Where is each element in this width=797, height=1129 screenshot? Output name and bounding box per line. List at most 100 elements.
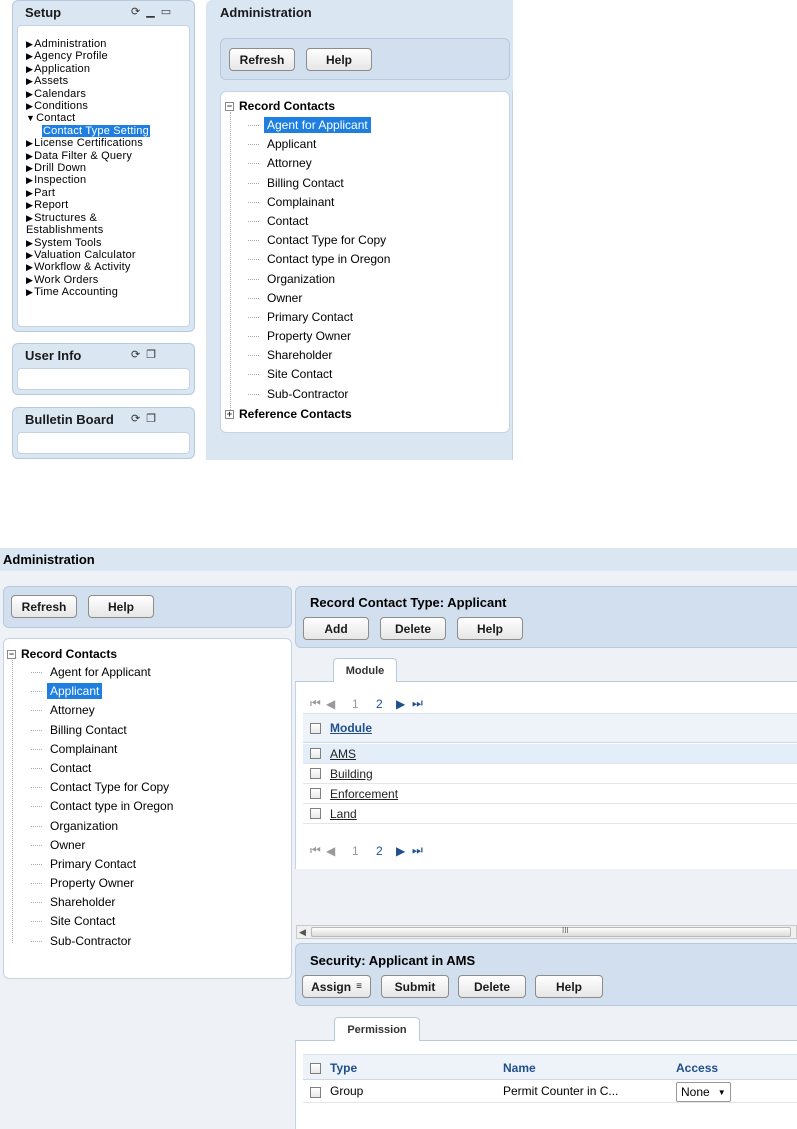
module-row[interactable]: Enforcement: [303, 784, 797, 804]
setup-tree-item[interactable]: ▶Valuation Calculator: [26, 249, 150, 261]
caret-right-icon[interactable]: ▶: [26, 213, 33, 223]
tree-item[interactable]: Organization: [31, 817, 176, 836]
module-row[interactable]: AMS: [303, 744, 797, 764]
first-page-icon[interactable]: ⏮: [310, 843, 326, 858]
tree-item[interactable]: Applicant: [248, 135, 393, 154]
help-button[interactable]: Help: [306, 48, 372, 71]
tree-item[interactable]: Contact: [31, 759, 176, 778]
page-1-link[interactable]: 1: [352, 697, 376, 711]
row-checkbox[interactable]: [310, 788, 321, 799]
type-column-header[interactable]: Type: [330, 1061, 357, 1075]
caret-right-icon[interactable]: ▶: [26, 51, 33, 61]
setup-tree-item[interactable]: ▶Agency Profile: [26, 50, 150, 62]
tree-item[interactable]: Attorney: [248, 154, 393, 173]
tree-item[interactable]: Owner: [31, 836, 176, 855]
submit-button[interactable]: Submit: [381, 975, 449, 998]
caret-right-icon[interactable]: ▶: [26, 175, 33, 185]
assign-button[interactable]: Assign ≡: [302, 975, 371, 998]
tree-item[interactable]: Property Owner: [31, 874, 176, 893]
refresh-icon[interactable]: ⟳: [131, 350, 140, 361]
add-button[interactable]: Add: [303, 617, 369, 640]
restore-icon[interactable]: ❐: [146, 350, 156, 361]
refresh-button[interactable]: Refresh: [229, 48, 295, 71]
tree-item[interactable]: Owner: [248, 289, 393, 308]
caret-right-icon[interactable]: ▶: [26, 163, 33, 173]
tree-item[interactable]: Contact type in Oregon: [248, 250, 393, 269]
setup-tree-item[interactable]: ▶License Certifications: [26, 137, 150, 149]
minimize-icon[interactable]: ▁: [146, 7, 154, 18]
caret-right-icon[interactable]: ▶: [26, 188, 33, 198]
tree-item[interactable]: Sub-Contractor: [31, 932, 176, 951]
caret-right-icon[interactable]: ▶: [26, 238, 33, 248]
setup-tree-item[interactable]: ▶Conditions: [26, 100, 150, 112]
tree-item[interactable]: Contact type in Oregon: [31, 797, 176, 816]
caret-right-icon[interactable]: ▶: [26, 262, 33, 272]
page-2-link[interactable]: 2: [376, 844, 396, 858]
delete-button[interactable]: Delete: [458, 975, 526, 998]
setup-tree-item[interactable]: ▶System Tools: [26, 237, 150, 249]
tree-item[interactable]: Site Contact: [248, 365, 393, 384]
tree-item[interactable]: Billing Contact: [31, 721, 176, 740]
module-link[interactable]: AMS: [330, 747, 356, 761]
setup-tree-item[interactable]: ▶Data Filter & Query: [26, 150, 150, 162]
row-checkbox[interactable]: [310, 1087, 321, 1098]
tree-item[interactable]: Shareholder: [31, 893, 176, 912]
caret-right-icon[interactable]: ▶: [26, 250, 33, 260]
page-1-link[interactable]: 1: [352, 844, 376, 858]
scrollbar-thumb[interactable]: III: [311, 926, 791, 937]
setup-tree-item[interactable]: ▶Inspection: [26, 174, 150, 186]
help-button[interactable]: Help: [457, 617, 523, 640]
tree-root-record-contacts[interactable]: − Record Contacts: [225, 99, 335, 113]
tree-item[interactable]: Sub-Contractor: [248, 385, 393, 404]
help-button[interactable]: Help: [535, 975, 603, 998]
select-all-checkbox[interactable]: [310, 1063, 321, 1074]
select-all-checkbox[interactable]: [310, 722, 321, 734]
setup-tree-item[interactable]: ▶Time Accounting: [26, 286, 150, 298]
setup-tree-item[interactable]: ▼Contact: [26, 112, 150, 124]
caret-right-icon[interactable]: ▶: [26, 287, 33, 297]
restore-icon[interactable]: ❐: [146, 414, 156, 425]
setup-tree-item[interactable]: ▶Report: [26, 199, 150, 211]
row-checkbox[interactable]: [310, 748, 321, 759]
tree-item[interactable]: Agent for Applicant: [248, 116, 393, 135]
tree-item[interactable]: Complainant: [248, 193, 393, 212]
module-link[interactable]: Enforcement: [330, 787, 398, 801]
access-column-header[interactable]: Access: [676, 1061, 718, 1075]
tree-item[interactable]: Agent for Applicant: [31, 663, 176, 682]
setup-tree-item[interactable]: ▶Work Orders: [26, 274, 150, 286]
setup-tree-item[interactable]: ▶Assets: [26, 75, 150, 87]
tree-item[interactable]: Organization: [248, 270, 393, 289]
caret-right-icon[interactable]: ▶: [26, 275, 33, 285]
tree-item[interactable]: Property Owner: [248, 327, 393, 346]
next-page-icon[interactable]: ▶: [396, 697, 412, 711]
scroll-left-icon[interactable]: ◀: [299, 926, 306, 938]
caret-right-icon[interactable]: ▶: [26, 76, 33, 86]
name-column-header[interactable]: Name: [503, 1061, 536, 1075]
last-page-icon[interactable]: ⏭: [412, 696, 423, 711]
collapse-icon[interactable]: −: [7, 649, 16, 659]
refresh-icon[interactable]: ⟳: [131, 414, 140, 425]
refresh-icon[interactable]: ⟳: [131, 7, 140, 18]
access-select[interactable]: None ▼: [676, 1082, 731, 1102]
tree-item[interactable]: Contact Type for Copy: [248, 231, 393, 250]
module-link[interactable]: Building: [330, 767, 373, 781]
caret-right-icon[interactable]: ▶: [26, 101, 33, 111]
tree-item[interactable]: Contact: [248, 212, 393, 231]
row-checkbox[interactable]: [310, 808, 321, 819]
page-2-link[interactable]: 2: [376, 697, 396, 711]
prev-page-icon[interactable]: ◀: [326, 844, 352, 858]
expand-icon[interactable]: +: [225, 409, 234, 419]
tree-item[interactable]: Primary Contact: [31, 855, 176, 874]
tree-item[interactable]: Primary Contact: [248, 308, 393, 327]
module-link[interactable]: Land: [330, 807, 357, 821]
tree-item[interactable]: Attorney: [31, 701, 176, 720]
next-page-icon[interactable]: ▶: [396, 844, 412, 858]
row-checkbox[interactable]: [310, 768, 321, 779]
maximize-icon[interactable]: ▭: [161, 7, 171, 18]
tab-permission[interactable]: Permission: [334, 1017, 420, 1041]
caret-right-icon[interactable]: ▶: [26, 138, 33, 148]
caret-down-icon[interactable]: ▼: [26, 113, 35, 123]
help-button[interactable]: Help: [88, 595, 154, 618]
last-page-icon[interactable]: ⏭: [412, 843, 423, 858]
delete-button[interactable]: Delete: [380, 617, 446, 640]
